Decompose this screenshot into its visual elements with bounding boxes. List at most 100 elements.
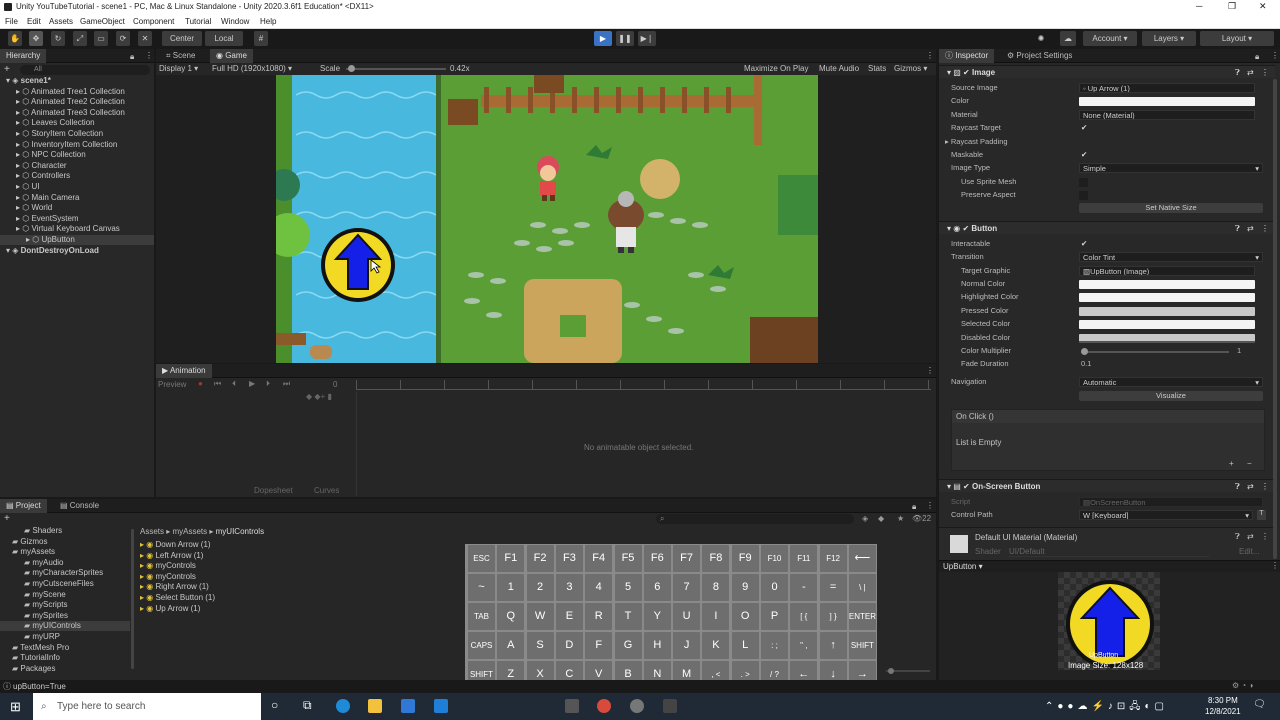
keyboard-key[interactable]: H bbox=[643, 632, 671, 660]
chrome-icon[interactable] bbox=[597, 699, 611, 713]
preset-icon[interactable]: ⇄ bbox=[1247, 480, 1254, 493]
add-event-button[interactable]: + bbox=[1229, 459, 1234, 468]
menu-help[interactable]: Help bbox=[260, 17, 276, 26]
project-file[interactable]: ▸ ◉ Right Arrow (1) bbox=[140, 582, 209, 592]
slider-handle[interactable] bbox=[1081, 348, 1088, 355]
keyboard-key[interactable]: 9 bbox=[731, 574, 759, 602]
enabled-checkbox[interactable]: ✔ bbox=[962, 224, 969, 233]
hierarchy-item[interactable]: ▸ ⬡ Main Camera bbox=[0, 193, 154, 203]
pivot-center-toggle[interactable]: Center bbox=[162, 31, 202, 46]
keyboard-key[interactable]: D bbox=[555, 632, 583, 660]
keyboard-key[interactable]: F3 bbox=[555, 545, 583, 572]
keyboard-key[interactable]: F1 bbox=[497, 545, 525, 572]
kebab-menu-icon[interactable]: ⋮ bbox=[145, 51, 153, 60]
transition-dropdown[interactable]: Color Tint ▾ bbox=[1079, 252, 1263, 262]
scale-slider[interactable] bbox=[346, 65, 446, 72]
keyboard-key[interactable]: ~ bbox=[468, 574, 495, 602]
keyboard-key[interactable]: 2 bbox=[526, 574, 554, 602]
keyboard-key[interactable]: R bbox=[585, 603, 613, 631]
layout-dropdown[interactable]: Layout ▾ bbox=[1200, 31, 1274, 46]
menu-tutorial[interactable]: Tutorial bbox=[185, 17, 211, 26]
favorite-icon[interactable]: ★ bbox=[897, 514, 904, 523]
edge-icon[interactable] bbox=[336, 699, 350, 713]
keyboard-key[interactable]: - bbox=[790, 574, 818, 602]
tab-animation[interactable]: ▶ Animation bbox=[156, 364, 212, 378]
project-folder[interactable]: ▰ TutorialInfo bbox=[0, 653, 130, 663]
rotate-tool-icon[interactable]: ↻ bbox=[51, 31, 65, 46]
enabled-checkbox[interactable]: ✔ bbox=[963, 482, 970, 491]
lock-icon[interactable]: 🔒︎ bbox=[130, 52, 134, 62]
project-file[interactable]: ▸ ◉ Select Button (1) bbox=[140, 593, 215, 603]
project-file[interactable]: ▸ ◉ Up Arrow (1) bbox=[140, 604, 200, 614]
add-event-icon[interactable]: ▮ bbox=[327, 392, 331, 401]
keyboard-key[interactable]: ENTER bbox=[848, 603, 876, 631]
hierarchy-item[interactable]: ▸ ⬡ Animated Tree1 Collection bbox=[0, 87, 154, 97]
kebab-menu-icon[interactable]: ⋮ bbox=[926, 501, 934, 510]
button-component-header[interactable]: ▾ ◉ ✔ Button ❓︎ ⇄ ⋮ bbox=[939, 221, 1275, 234]
project-folder[interactable]: ▰ myAudio bbox=[0, 558, 130, 568]
project-folder[interactable]: ▰ myScene bbox=[0, 590, 130, 600]
clock-date[interactable]: 12/8/2021 bbox=[1205, 707, 1241, 716]
play-icon[interactable]: ▶ bbox=[249, 379, 255, 388]
normal-color-swatch[interactable] bbox=[1079, 280, 1255, 289]
menu-assets[interactable]: Assets bbox=[49, 17, 73, 26]
keyboard-key[interactable]: F bbox=[585, 632, 613, 660]
project-search-input[interactable]: ⌕ bbox=[656, 514, 854, 524]
unity-app-icon[interactable] bbox=[663, 699, 677, 713]
image-type-dropdown[interactable]: Simple ▾ bbox=[1079, 163, 1263, 173]
keyboard-key[interactable]: 7 bbox=[673, 574, 701, 602]
control-path-dropdown[interactable]: W [Keyboard] ▾ bbox=[1079, 510, 1253, 520]
keyboard-key[interactable]: F12 bbox=[819, 545, 847, 572]
remove-event-button[interactable]: − bbox=[1247, 459, 1252, 468]
edit-shader-button[interactable]: Edit... bbox=[1239, 547, 1259, 556]
dopesheet-tab[interactable]: Dopesheet bbox=[254, 486, 293, 495]
add-icon[interactable]: + bbox=[4, 513, 10, 524]
keyboard-key[interactable]: : ; bbox=[761, 632, 788, 660]
frame-field[interactable]: 0 bbox=[333, 380, 337, 389]
prev-key-icon[interactable]: ◆ bbox=[306, 392, 312, 401]
keyboard-key[interactable]: F6 bbox=[643, 545, 671, 572]
hierarchy-item[interactable]: ▸ ⬡ EventSystem bbox=[0, 214, 154, 224]
color-swatch[interactable] bbox=[1079, 97, 1255, 106]
pause-button[interactable]: ❚❚ bbox=[616, 31, 634, 46]
hierarchy-item[interactable]: ▸ ⬡ Animated Tree3 Collection bbox=[0, 108, 154, 118]
keyboard-key[interactable]: F4 bbox=[585, 545, 613, 572]
resolution-dropdown[interactable]: Full HD (1920x1080) ▾ bbox=[212, 64, 292, 73]
tab-project[interactable]: ▤ Project bbox=[0, 499, 47, 513]
help-icon[interactable]: ❓︎ bbox=[1235, 222, 1240, 235]
hierarchy-item[interactable]: ▸ ⬡ Virtual Keyboard Canvas bbox=[0, 224, 154, 234]
inspector-scrollbar[interactable] bbox=[1273, 79, 1277, 559]
hierarchy-search-input[interactable]: All bbox=[20, 65, 150, 75]
image-component-header[interactable]: ▾ ▨ ✔ Image ❓︎ ⇄ ⋮ bbox=[939, 65, 1275, 78]
keyboard-key[interactable]: W bbox=[526, 603, 554, 631]
keyboard-key[interactable]: 3 bbox=[555, 574, 583, 602]
kebab-menu-icon[interactable]: ⋮ bbox=[1261, 480, 1269, 493]
keyboard-key[interactable]: F10 bbox=[761, 545, 788, 572]
navigation-dropdown[interactable]: Automatic ▾ bbox=[1079, 377, 1263, 387]
menu-file[interactable]: File bbox=[5, 17, 18, 26]
taskbar-search-input[interactable]: ⌕ Type here to search bbox=[33, 693, 261, 720]
keyboard-key[interactable]: ↑ bbox=[819, 632, 847, 660]
project-folder[interactable]: ▰ TextMesh Pro bbox=[0, 643, 130, 653]
interactable-checkbox[interactable]: ✔ bbox=[1081, 239, 1087, 249]
keyboard-key[interactable]: Y bbox=[643, 603, 671, 631]
hand-tool-icon[interactable]: ✋ bbox=[8, 31, 22, 46]
mute-audio-toggle[interactable]: Mute Audio bbox=[819, 64, 859, 73]
keyboard-key[interactable]: ESC bbox=[468, 545, 495, 572]
keyboard-key[interactable]: P bbox=[761, 603, 788, 631]
preserve-aspect-checkbox[interactable] bbox=[1079, 191, 1088, 200]
hierarchy-item[interactable]: ▸ ⬡ World bbox=[0, 203, 154, 213]
lock-icon[interactable]: 🔒︎ bbox=[912, 502, 916, 512]
keyboard-key[interactable]: 0 bbox=[761, 574, 788, 602]
keyboard-key[interactable]: F9 bbox=[731, 545, 759, 572]
hierarchy-item[interactable]: ▸ ⬡ InventoryItem Collection bbox=[0, 140, 154, 150]
hierarchy-item[interactable]: ▸ ⬡ NPC Collection bbox=[0, 150, 154, 160]
maskable-checkbox[interactable]: ✔ bbox=[1081, 150, 1087, 160]
project-folder[interactable]: ▰ myCharacterSprites bbox=[0, 568, 130, 578]
use-sprite-mesh-checkbox[interactable] bbox=[1079, 178, 1088, 187]
project-folder[interactable]: ▰ myScripts bbox=[0, 600, 130, 610]
keyboard-key[interactable]: " , bbox=[790, 632, 818, 660]
maximize-on-play-toggle[interactable]: Maximize On Play bbox=[744, 64, 808, 73]
material-field[interactable]: None (Material) bbox=[1079, 110, 1255, 120]
help-icon[interactable]: ❓︎ bbox=[1235, 532, 1240, 542]
